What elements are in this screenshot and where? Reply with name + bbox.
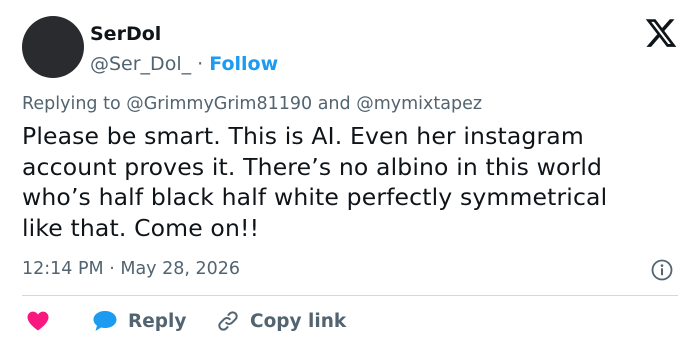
tweet-card: SerDol @Ser_Dol_ · Follow Replying to @G… [0, 0, 700, 348]
author-info: SerDol @Ser_Dol_ · Follow [90, 22, 278, 76]
like-button[interactable] [26, 306, 50, 336]
tweet-timestamp[interactable]: 12:14 PM · May 28, 2026 [22, 258, 240, 280]
speech-bubble-icon [92, 309, 118, 333]
handle-separator: · [191, 53, 210, 75]
replying-prefix: Replying to [22, 94, 127, 114]
replying-conjunction: and [312, 94, 357, 114]
x-logo-icon[interactable] [644, 16, 678, 50]
heart-icon [26, 310, 50, 332]
author-handle-row: @Ser_Dol_ · Follow [90, 52, 278, 76]
info-icon[interactable] [651, 259, 673, 281]
link-icon [216, 309, 240, 333]
reply-label[interactable]: Reply [128, 311, 186, 332]
tweet-text: Please be smart. This is AI. Even her in… [22, 121, 672, 243]
follow-button[interactable]: Follow [209, 53, 278, 75]
tweet-time[interactable]: 12:14 PM [22, 259, 104, 279]
tweet-text-line: who’s half black half white perfectly sy… [22, 183, 608, 211]
author-handle[interactable]: @Ser_Dol_ [90, 53, 191, 75]
replying-to: Replying to @GrimmyGrim81190 and @mymixt… [22, 93, 482, 115]
divider [22, 295, 678, 296]
copy-link-button[interactable]: Copy link [216, 306, 346, 336]
action-bar: Reply Copy link [22, 306, 678, 336]
timestamp-separator: · [103, 259, 121, 279]
tweet-text-line: like that. Come on!! [22, 213, 260, 242]
copy-link-label[interactable]: Copy link [250, 311, 346, 332]
author-display-name[interactable]: SerDol [90, 22, 278, 46]
tweet-text-line: Please be smart. This is AI. Even her in… [22, 122, 584, 150]
mention-grimmygrim[interactable]: @GrimmyGrim81190 [126, 94, 312, 114]
tweet-header: SerDol @Ser_Dol_ · Follow [22, 16, 678, 80]
tweet-text-line: account proves it. There’s no albino in … [22, 152, 603, 181]
tweet-date[interactable]: May 28, 2026 [120, 259, 240, 279]
mention-mymixtapez[interactable]: @mymixtapez [356, 94, 482, 114]
reply-button[interactable]: Reply [92, 306, 186, 336]
avatar[interactable] [22, 16, 84, 78]
